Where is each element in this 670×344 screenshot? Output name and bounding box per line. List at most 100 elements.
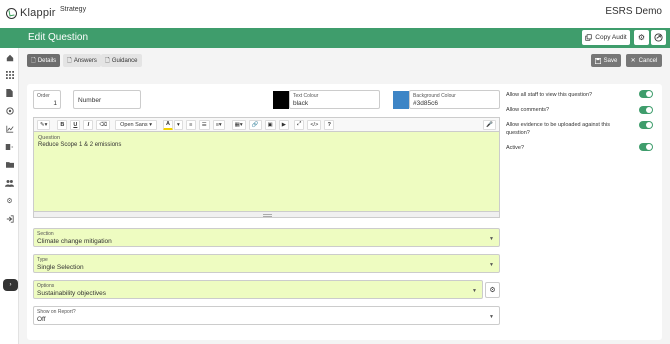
logo[interactable]: Klappir — [6, 7, 56, 19]
table-button[interactable]: ▦▾ — [231, 119, 246, 130]
question-editor[interactable]: Question Reduce Scope 1 & 2 emissions — [33, 131, 500, 212]
close-icon: ✕ — [630, 58, 636, 64]
type-select[interactable]: Type Single Selection ▼ — [33, 254, 500, 273]
page-header: Edit Question Copy Audit ⚙ — [0, 28, 670, 48]
number-placeholder: Number — [78, 97, 102, 104]
italic-button[interactable]: I — [83, 119, 94, 130]
font-name-select[interactable]: Open Sans ▾ — [115, 119, 157, 130]
copy-audit-button[interactable]: Copy Audit — [582, 30, 630, 45]
background-colour-swatch[interactable] — [393, 91, 409, 109]
options-select[interactable]: Options Sustainability objectives ▼ — [33, 280, 483, 299]
order-field[interactable]: Order 1 — [33, 90, 61, 109]
type-value: Single Selection — [37, 264, 84, 271]
chevron-down-icon: ▼ — [489, 236, 494, 242]
show-on-report-label: Show on Report? — [37, 309, 76, 315]
product-name: Strategy — [60, 6, 87, 13]
sign-out-icon[interactable] — [4, 213, 15, 224]
chevron-down-icon: ▼ — [489, 314, 494, 320]
code-view-button[interactable]: </> — [307, 119, 322, 130]
grid-icon[interactable] — [4, 69, 15, 80]
folder-icon[interactable] — [4, 159, 15, 170]
bold-button[interactable]: B — [57, 119, 68, 130]
tab-label: Guidance — [111, 57, 138, 64]
picture-button[interactable]: ▣ — [264, 119, 276, 130]
toggle-allow-evidence[interactable] — [639, 121, 653, 129]
chevron-right-icon: › — [9, 282, 12, 288]
help-button[interactable]: ? — [324, 119, 335, 130]
text-colour-field[interactable]: Text Colour black — [289, 90, 380, 109]
switch-button[interactable] — [651, 30, 666, 45]
chevron-down-icon: ▼ — [489, 262, 494, 268]
sidebar: ⚙ › — [0, 48, 19, 344]
text-colour-swatch[interactable] — [273, 91, 289, 109]
section-select[interactable]: Section Climate change mitigation ▼ — [33, 228, 500, 247]
top-bar: Klappir Strategy ESRS Demo — [0, 0, 670, 28]
type-label: Type — [37, 257, 48, 263]
tab-answers[interactable]: 🗋 Answers — [63, 54, 101, 67]
save-label: Save — [603, 57, 618, 64]
copy-icon — [585, 34, 592, 41]
ordered-list-button[interactable]: ☰ — [198, 119, 210, 130]
settings-button[interactable]: ⚙ — [634, 30, 649, 45]
toggle-allow-comments[interactable] — [639, 106, 653, 114]
cancel-button[interactable]: ✕ Cancel — [626, 54, 662, 67]
document-icon[interactable] — [4, 87, 15, 98]
logo-text: Klappir — [20, 7, 56, 19]
options-value: Sustainability objectives — [37, 290, 107, 297]
klappir-logo-icon — [6, 7, 17, 19]
cogs-icon[interactable]: ⚙ — [4, 195, 15, 206]
paragraph-align-button[interactable]: ≡▾ — [212, 119, 225, 130]
home-icon[interactable] — [4, 52, 15, 63]
underline-button[interactable]: U — [70, 119, 81, 130]
gear-icon: ⚙ — [637, 33, 646, 42]
show-on-report-select[interactable]: Show on Report? Off ▼ — [33, 306, 500, 325]
save-button[interactable]: Save — [591, 54, 621, 67]
toggle-label-allow-staff-view: Allow all staff to view this question? — [506, 92, 593, 98]
chevron-down-icon: ▼ — [472, 288, 477, 294]
chart-line-icon[interactable] — [4, 123, 15, 134]
target-icon[interactable] — [4, 105, 15, 116]
fullscreen-button[interactable]: ⤢ — [293, 119, 305, 130]
section-value: Climate change mitigation — [37, 238, 112, 245]
cancel-label: Cancel — [638, 57, 658, 64]
book-icon[interactable] — [4, 141, 15, 152]
colour-dropdown-button[interactable]: ▾ — [173, 119, 183, 130]
text-colour-button[interactable]: A — [162, 119, 173, 130]
toggle-label-allow-evidence: Allow evidence to be uploaded against th… — [506, 122, 610, 136]
toggle-allow-staff-view[interactable] — [639, 90, 653, 98]
magic-wand-button[interactable]: ✎▾ — [37, 119, 51, 130]
link-button[interactable]: 🔗 — [248, 119, 262, 130]
order-label: Order — [37, 93, 50, 99]
number-input[interactable]: Number — [73, 90, 141, 109]
eraser-button[interactable]: ⌫ — [96, 119, 111, 130]
toggle-active[interactable] — [639, 143, 653, 151]
file-icon: 🗋 — [31, 57, 36, 64]
background-colour-label: Background Colour — [413, 93, 456, 99]
background-colour-field[interactable]: Background Colour #3d85c6 — [409, 90, 500, 109]
toggle-label-allow-comments: Allow comments? — [506, 107, 550, 113]
video-button[interactable]: ▶ — [278, 119, 289, 130]
options-label: Options — [37, 283, 55, 289]
page-title: Edit Question — [28, 32, 89, 43]
microphone-button[interactable]: 🎤 — [483, 119, 496, 130]
file-icon: 🗋 — [105, 57, 110, 64]
options-settings-button[interactable]: ⚙ — [485, 282, 500, 298]
question-label: Question — [38, 135, 61, 141]
order-value: 1 — [53, 100, 57, 107]
tab-guidance[interactable]: 🗋 Guidance — [101, 54, 142, 67]
background-colour-value: #3d85c6 — [413, 100, 438, 107]
toggle-label-active: Active? — [506, 145, 525, 151]
tab-details[interactable]: 🗋 Details — [27, 54, 61, 67]
section-label: Section — [37, 231, 54, 237]
tab-label: Answers — [73, 57, 97, 64]
copy-audit-label: Copy Audit — [595, 34, 627, 41]
sidebar-expand-button[interactable]: › — [3, 279, 18, 291]
gear-icon: ⚙ — [489, 287, 496, 294]
file-icon: 🗋 — [67, 57, 72, 64]
editor-resize-handle[interactable] — [33, 212, 500, 218]
organisation-title: ESRS Demo — [605, 6, 662, 17]
users-icon[interactable] — [4, 177, 15, 188]
font-name-value: Open Sans — [120, 121, 148, 128]
unordered-list-button[interactable]: ≡ — [185, 119, 196, 130]
swap-icon — [654, 33, 663, 42]
